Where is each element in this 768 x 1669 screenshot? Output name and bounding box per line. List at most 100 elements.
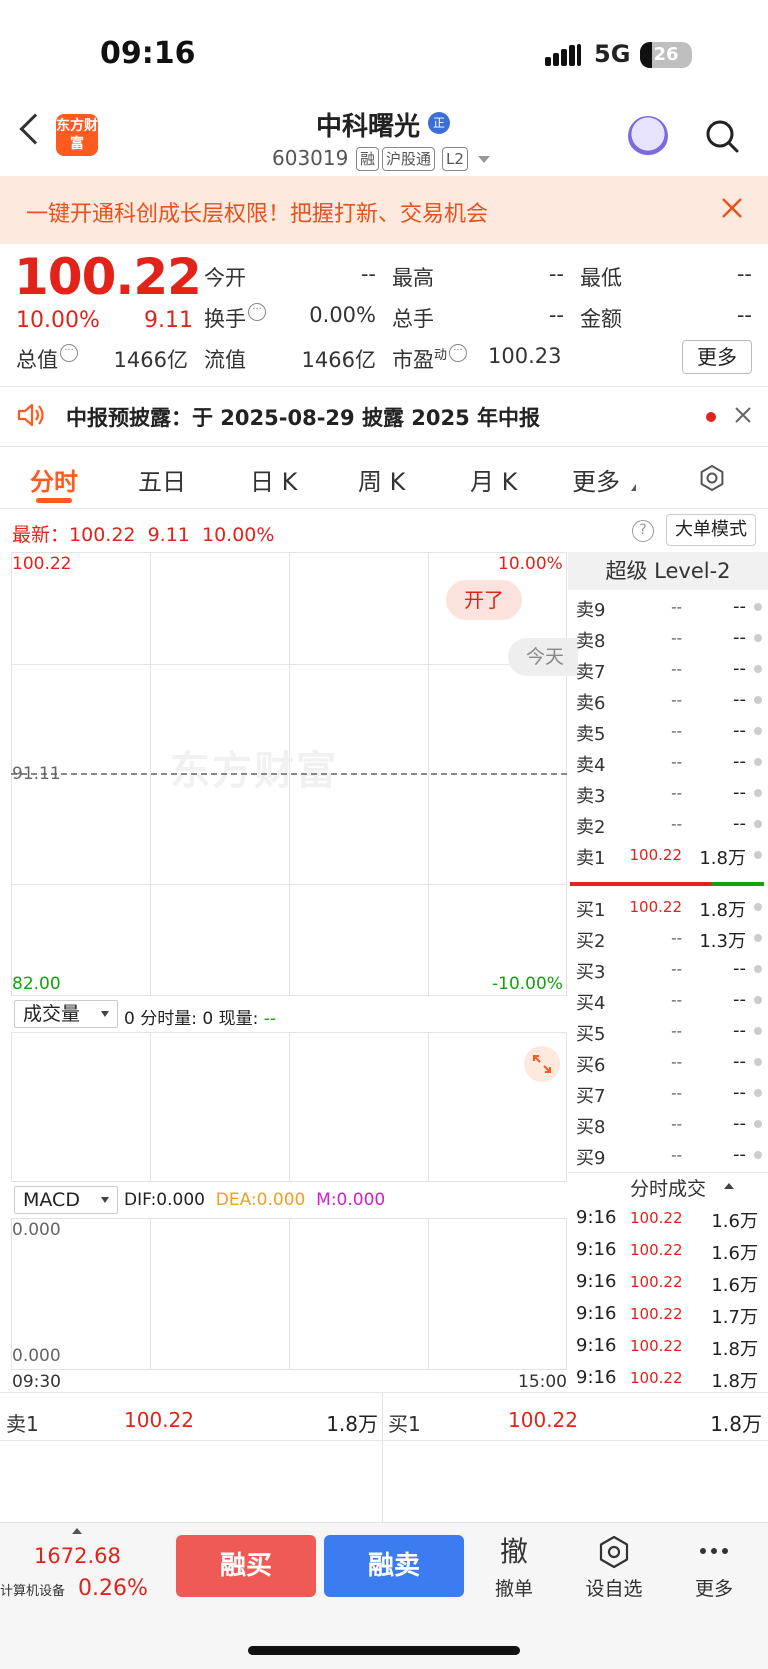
- bid-level-label: 买5: [576, 1024, 606, 1045]
- trades-title[interactable]: 分时成交: [568, 1174, 768, 1201]
- add-watchlist-button[interactable]: 设自选: [574, 1534, 654, 1601]
- bid-level-price: --: [671, 1115, 682, 1133]
- gear-icon[interactable]: [698, 464, 726, 492]
- bid-level-row[interactable]: 买6 -- --: [568, 1047, 768, 1078]
- quote-bar-sell-vol: 1.8万: [326, 1412, 378, 1436]
- ask-level-label: 卖9: [576, 600, 606, 621]
- indicator-select-volume[interactable]: 成交量: [14, 1000, 118, 1028]
- assistant-robot-icon[interactable]: [628, 116, 668, 156]
- opened-badge[interactable]: 开了: [446, 580, 522, 620]
- info-icon[interactable]: ···: [449, 344, 468, 362]
- bid-level-volume: 1.8万: [699, 900, 746, 921]
- bid-level-volume: --: [733, 989, 746, 1010]
- tab-indicator: [36, 498, 72, 503]
- notice-text[interactable]: 中报预披露：于 2025-08-29 披露 2025 年中报: [66, 402, 540, 432]
- margin-buy-button[interactable]: 融买: [176, 1535, 316, 1597]
- search-icon[interactable]: [704, 118, 740, 154]
- quote-value-amount: --: [736, 303, 752, 327]
- margin-sell-button[interactable]: 融卖: [324, 1535, 464, 1597]
- ask-level-row[interactable]: 卖4 -- --: [568, 747, 768, 778]
- level-dot-icon: [754, 1151, 762, 1159]
- help-icon[interactable]: ?: [632, 520, 654, 542]
- sector-index-pct[interactable]: 0.26%: [78, 1576, 148, 1601]
- ask-level-price: --: [671, 691, 682, 709]
- ask-level-row[interactable]: 卖8 -- --: [568, 623, 768, 654]
- home-indicator[interactable]: [248, 1646, 520, 1655]
- watermark: 东方财富: [170, 748, 338, 794]
- indicator-select-macd[interactable]: MACD: [14, 1186, 118, 1214]
- quote-value-pe: 100.23: [488, 344, 562, 368]
- sector-name[interactable]: 计算机设备: [0, 1580, 65, 1599]
- expand-icon[interactable]: [524, 1046, 560, 1082]
- divider: [382, 1392, 383, 1522]
- trade-time: 9:16: [576, 1271, 617, 1292]
- back-icon[interactable]: [19, 113, 51, 145]
- bid-level-volume: --: [733, 1113, 746, 1134]
- bid-level-row[interactable]: 买5 -- --: [568, 1016, 768, 1047]
- macd-chart: [11, 1218, 567, 1370]
- big-order-mode-button[interactable]: 大单模式: [666, 514, 756, 546]
- bid-level-row[interactable]: 买1 100.22 1.8万: [568, 892, 768, 923]
- tab-more[interactable]: 更多: [572, 462, 620, 497]
- trade-row: 9:16 100.22 1.8万: [568, 1363, 768, 1395]
- latest-info: 最新：100.22 9.11 10.00%: [12, 524, 275, 546]
- level-dot-icon: [754, 696, 762, 704]
- order-book-title[interactable]: 超级 Level-2: [568, 552, 768, 590]
- bid-level-price: --: [671, 960, 682, 978]
- quote-value-volume: --: [548, 303, 564, 327]
- tab-monthly-k[interactable]: 月 K: [470, 462, 517, 497]
- divider: [0, 1440, 768, 1441]
- bid-level-row[interactable]: 买4 -- --: [568, 985, 768, 1016]
- tab-five-day[interactable]: 五日: [138, 462, 186, 497]
- bid-level-row[interactable]: 买7 -- --: [568, 1078, 768, 1109]
- level-dot-icon: [754, 1120, 762, 1128]
- ask-level-label: 卖4: [576, 755, 606, 776]
- chevron-down-icon[interactable]: [478, 156, 490, 163]
- tab-weekly-k[interactable]: 周 K: [358, 462, 405, 497]
- bottom-more-button[interactable]: 更多: [674, 1534, 754, 1601]
- ask-level-row[interactable]: 卖1 100.22 1.8万: [568, 840, 768, 871]
- ask-level-volume: --: [733, 813, 746, 834]
- status-time: 09:16: [100, 36, 196, 71]
- tab-daily-k[interactable]: 日 K: [250, 462, 297, 497]
- cancel-order-icon: 撤: [499, 1535, 528, 1568]
- bid-level-row[interactable]: 买2 -- 1.3万: [568, 923, 768, 954]
- ask-level-volume: --: [733, 720, 746, 741]
- bid-level-row[interactable]: 买9 -- --: [568, 1140, 768, 1171]
- bid-level-row[interactable]: 买8 -- --: [568, 1109, 768, 1140]
- change-percent: 10.00%: [16, 308, 100, 333]
- ask-level-row[interactable]: 卖2 -- --: [568, 809, 768, 840]
- bid-level-row[interactable]: 买3 -- --: [568, 954, 768, 985]
- bid-level-volume: --: [733, 1082, 746, 1103]
- quote-label-volume: 总手: [392, 307, 434, 331]
- ask-level-row[interactable]: 卖9 -- --: [568, 592, 768, 623]
- tab-intraday[interactable]: 分时: [30, 462, 78, 497]
- ask-level-label: 卖5: [576, 724, 606, 745]
- hexagon-settings-icon: [574, 1534, 654, 1570]
- trade-price: 100.22: [630, 1369, 683, 1387]
- trade-row: 9:16 100.22 1.8万: [568, 1331, 768, 1363]
- add-watchlist-label: 设自选: [585, 1578, 643, 1600]
- quote-value-open: --: [360, 262, 376, 286]
- sector-index-value[interactable]: 1672.68: [34, 1544, 121, 1568]
- quote-label-market-cap: 总值 ···: [16, 344, 78, 374]
- ask-level-row[interactable]: 卖5 -- --: [568, 716, 768, 747]
- bid-level-label: 买3: [576, 962, 606, 983]
- ask-level-label: 卖7: [576, 662, 606, 683]
- close-icon[interactable]: [720, 196, 744, 220]
- ask-level-row[interactable]: 卖6 -- --: [568, 685, 768, 716]
- quote-bar-buy-label: 买1: [388, 1412, 421, 1436]
- quote-more-button[interactable]: 更多: [682, 340, 752, 374]
- ask-level-price: --: [671, 629, 682, 647]
- chevron-up-icon[interactable]: [72, 1528, 82, 1534]
- ask-level-row[interactable]: 卖7 -- --: [568, 654, 768, 685]
- tag-connect: 沪股通: [382, 147, 436, 171]
- info-icon[interactable]: ···: [60, 344, 78, 362]
- close-icon[interactable]: [734, 406, 752, 424]
- info-icon[interactable]: ···: [248, 303, 266, 321]
- trade-volume: 1.8万: [711, 1371, 758, 1392]
- cancel-order-button[interactable]: 撤 撤单: [474, 1534, 554, 1601]
- banner-text[interactable]: 一键开通科创成长层权限！把握打新、交易机会: [26, 196, 488, 228]
- trade-row: 9:16 100.22 1.7万: [568, 1299, 768, 1331]
- ask-level-row[interactable]: 卖3 -- --: [568, 778, 768, 809]
